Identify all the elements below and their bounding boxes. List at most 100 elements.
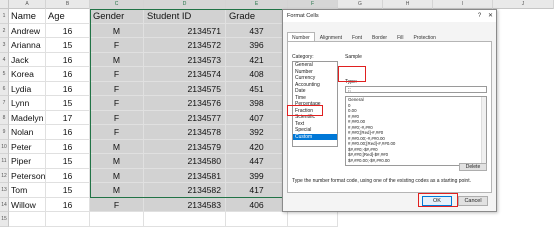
header-cell[interactable]: Student ID (144, 9, 226, 24)
table-cell[interactable] (46, 212, 90, 227)
table-cell[interactable]: 2134581 (144, 168, 226, 183)
table-cell[interactable]: 16 (46, 125, 90, 140)
table-cell[interactable]: Andrew (9, 23, 46, 38)
cancel-button[interactable]: Cancel (458, 196, 488, 206)
table-cell[interactable]: 392 (226, 125, 288, 140)
row-header[interactable]: 12 (0, 168, 9, 183)
table-cell[interactable]: 407 (226, 110, 288, 125)
header-cell[interactable]: Gender (90, 9, 144, 24)
row-header[interactable]: 13 (0, 183, 9, 198)
column-header[interactable]: A (9, 0, 46, 9)
table-cell[interactable]: 2134580 (144, 154, 226, 169)
table-cell[interactable]: Willow (9, 197, 46, 212)
row-header[interactable]: 14 (0, 197, 9, 212)
table-cell[interactable]: F (90, 67, 144, 82)
row-header[interactable]: 2 (0, 23, 9, 38)
table-cell[interactable]: 2134583 (144, 197, 226, 212)
row-header[interactable]: 1 (0, 9, 9, 24)
table-cell[interactable]: 2134572 (144, 38, 226, 53)
table-cell[interactable]: 447 (226, 154, 288, 169)
header-cell[interactable]: Grade (226, 9, 288, 24)
table-cell[interactable]: 399 (226, 168, 288, 183)
table-cell[interactable]: 15 (46, 96, 90, 111)
table-cell[interactable]: M (90, 183, 144, 198)
column-header[interactable]: B (46, 0, 90, 9)
table-cell[interactable]: 408 (226, 67, 288, 82)
table-cell[interactable]: 2134578 (144, 125, 226, 140)
table-cell[interactable] (9, 212, 46, 227)
column-header[interactable]: F (288, 0, 338, 9)
table-cell[interactable]: Peter (9, 139, 46, 154)
table-cell[interactable]: 2134577 (144, 110, 226, 125)
table-cell[interactable]: 421 (226, 52, 288, 67)
type-input[interactable]: ;; (345, 86, 487, 93)
table-cell[interactable]: 16 (46, 81, 90, 96)
table-cell[interactable]: Nolan (9, 125, 46, 140)
close-icon[interactable]: ✕ (485, 10, 496, 22)
table-cell[interactable]: 2134571 (144, 23, 226, 38)
row-header[interactable]: 6 (0, 81, 9, 96)
header-cell[interactable]: Age (46, 9, 90, 24)
row-header[interactable]: 5 (0, 67, 9, 82)
table-cell[interactable]: 15 (46, 183, 90, 198)
delete-button[interactable]: Delete (459, 163, 487, 171)
table-cell[interactable]: 2134573 (144, 52, 226, 67)
table-cell[interactable]: M (90, 139, 144, 154)
table-cell[interactable]: 16 (46, 139, 90, 154)
table-cell[interactable]: 16 (46, 67, 90, 82)
table-cell[interactable] (288, 212, 338, 227)
category-list[interactable]: General Number Currency Accounting Date Time P… (292, 61, 338, 147)
help-icon[interactable]: ? (474, 10, 485, 22)
table-cell[interactable]: 2134575 (144, 81, 226, 96)
table-cell[interactable]: M (90, 154, 144, 169)
table-cell[interactable]: 17 (46, 110, 90, 125)
row-header[interactable]: 11 (0, 154, 9, 169)
table-cell[interactable] (90, 212, 144, 227)
table-cell[interactable]: 2134579 (144, 139, 226, 154)
table-cell[interactable]: F (90, 197, 144, 212)
row-header[interactable]: 3 (0, 38, 9, 53)
table-cell[interactable]: Tom (9, 183, 46, 198)
table-cell[interactable]: 420 (226, 139, 288, 154)
table-cell[interactable]: Lynn (9, 96, 46, 111)
table-cell[interactable]: 16 (46, 168, 90, 183)
table-cell[interactable]: Madelyn (9, 110, 46, 125)
table-cell[interactable]: 15 (46, 154, 90, 169)
column-header[interactable]: J (493, 0, 554, 9)
category-item-custom[interactable]: Custom (293, 133, 337, 140)
table-cell[interactable]: 437 (226, 23, 288, 38)
table-cell[interactable]: M (90, 52, 144, 67)
column-header[interactable]: G (338, 0, 383, 9)
header-cell[interactable]: Name (9, 9, 46, 24)
column-header[interactable]: E (226, 0, 288, 9)
table-cell[interactable] (144, 212, 226, 227)
table-cell[interactable]: 15 (46, 38, 90, 53)
row-header[interactable]: 7 (0, 96, 9, 111)
type-list-scrollbar[interactable] (481, 97, 486, 165)
table-cell[interactable]: F (90, 38, 144, 53)
table-cell[interactable]: M (90, 23, 144, 38)
table-cell[interactable]: 406 (226, 197, 288, 212)
table-cell[interactable]: 396 (226, 38, 288, 53)
table-cell[interactable]: 16 (46, 52, 90, 67)
table-cell[interactable]: F (90, 81, 144, 96)
table-cell[interactable]: 417 (226, 183, 288, 198)
row-header[interactable]: 4 (0, 52, 9, 67)
table-cell[interactable]: Korea (9, 67, 46, 82)
table-cell[interactable]: 2134576 (144, 96, 226, 111)
table-cell[interactable]: 451 (226, 81, 288, 96)
row-header[interactable]: 15 (0, 212, 9, 227)
table-cell[interactable]: 398 (226, 96, 288, 111)
table-cell[interactable]: 16 (46, 197, 90, 212)
table-cell[interactable]: Jack (9, 52, 46, 67)
row-header[interactable]: 9 (0, 125, 9, 140)
table-cell[interactable]: 2134574 (144, 67, 226, 82)
row-header[interactable]: 8 (0, 110, 9, 125)
table-cell[interactable]: F (90, 96, 144, 111)
column-header[interactable]: D (144, 0, 226, 9)
column-header[interactable]: C (90, 0, 144, 9)
select-all-corner[interactable] (0, 0, 9, 9)
ok-button[interactable]: OK (422, 196, 452, 206)
column-header[interactable]: I (433, 0, 493, 9)
table-cell[interactable]: 2134582 (144, 183, 226, 198)
